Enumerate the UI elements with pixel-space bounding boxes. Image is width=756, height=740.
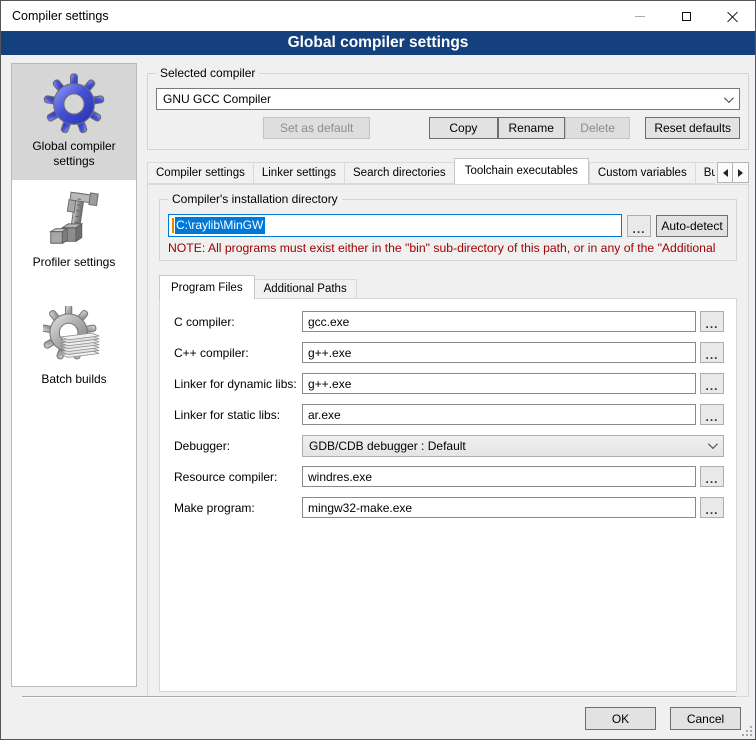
- debugger-label: Debugger:: [174, 439, 302, 453]
- tab-search-directories[interactable]: Search directories: [344, 162, 454, 184]
- sidebar-item-label: Profiler settings: [15, 255, 133, 270]
- text-caret: [172, 218, 174, 233]
- c-compiler-browse-button[interactable]: ...: [700, 311, 724, 332]
- tab-build-options[interactable]: Build options: [695, 162, 715, 184]
- window-title: Compiler settings: [1, 9, 617, 23]
- settings-tabstrip: Compiler settings Linker settings Search…: [147, 158, 749, 184]
- linker-static-input[interactable]: [302, 404, 696, 425]
- resource-compiler-input[interactable]: [302, 466, 696, 487]
- installation-directory-group: Compiler's installation directory C:\ray…: [159, 199, 737, 261]
- debugger-select-value: GDB/CDB debugger : Default: [309, 439, 708, 453]
- sidebar-item-batch-builds[interactable]: Batch builds: [12, 297, 136, 398]
- cpp-compiler-browse-button[interactable]: ...: [700, 342, 724, 363]
- rename-button[interactable]: Rename: [498, 117, 565, 139]
- debugger-row: Debugger: GDB/CDB debugger : Default: [174, 435, 724, 456]
- resource-compiler-label: Resource compiler:: [174, 470, 302, 484]
- caption-buttons: [617, 1, 755, 31]
- tab-custom-variables[interactable]: Custom variables: [589, 162, 695, 184]
- linker-dynamic-input[interactable]: [302, 373, 696, 394]
- tabs-container: Compiler settings Linker settings Search…: [147, 158, 715, 184]
- program-files-page: C compiler: ... C++ compiler: ... Linker…: [159, 298, 737, 692]
- make-program-row: Make program: ...: [174, 497, 724, 518]
- cpp-compiler-label: C++ compiler:: [174, 346, 302, 360]
- browse-directory-button[interactable]: ...: [627, 215, 651, 237]
- resource-compiler-row: Resource compiler: ...: [174, 466, 724, 487]
- cpp-compiler-input[interactable]: [302, 342, 696, 363]
- c-compiler-input[interactable]: [302, 311, 696, 332]
- program-files-tabstrip: Program Files Additional Paths: [159, 275, 737, 299]
- compiler-buttons-row: Set as default Copy Rename Delete Reset …: [156, 117, 740, 139]
- footer-buttons: OK Cancel: [585, 707, 741, 730]
- linker-dynamic-browse-button[interactable]: ...: [700, 373, 724, 394]
- c-compiler-row: C compiler: ...: [174, 311, 724, 332]
- settings-sidebar: Global compiler settings: [11, 63, 137, 687]
- ok-button[interactable]: OK: [585, 707, 656, 730]
- titlebar: Compiler settings: [1, 1, 755, 31]
- chevron-down-icon: [724, 93, 734, 103]
- installation-directory-row: C:\raylib\MinGW ... Auto-detect: [168, 214, 728, 237]
- tab-additional-paths[interactable]: Additional Paths: [255, 279, 357, 299]
- copy-button[interactable]: Copy: [429, 117, 497, 139]
- tab-compiler-settings[interactable]: Compiler settings: [147, 162, 253, 184]
- installation-directory-value: C:\raylib\MinGW: [175, 217, 265, 234]
- tab-linker-settings[interactable]: Linker settings: [253, 162, 344, 184]
- minimize-button[interactable]: [617, 1, 663, 31]
- linker-static-browse-button[interactable]: ...: [700, 404, 724, 425]
- tab-toolchain-executables[interactable]: Toolchain executables: [454, 158, 589, 184]
- close-button[interactable]: [709, 1, 755, 31]
- set-as-default-button[interactable]: Set as default: [263, 117, 370, 139]
- tab-scroll-right-button[interactable]: [733, 162, 749, 183]
- page-title: Global compiler settings: [1, 31, 755, 55]
- c-compiler-label: C compiler:: [174, 315, 302, 329]
- auto-detect-button[interactable]: Auto-detect: [656, 215, 728, 237]
- make-program-browse-button[interactable]: ...: [700, 497, 724, 518]
- caliper-icon: [43, 189, 105, 251]
- footer-separator: [22, 696, 736, 698]
- linker-dynamic-row: Linker for dynamic libs: ...: [174, 373, 724, 394]
- tab-scroll-arrows: [717, 162, 749, 183]
- sidebar-item-label: Global compiler settings: [15, 139, 133, 169]
- reset-defaults-button[interactable]: Reset defaults: [645, 117, 740, 139]
- chevron-down-icon: [708, 439, 718, 449]
- sidebar-item-profiler-settings[interactable]: Profiler settings: [12, 180, 136, 281]
- minimize-icon: [635, 16, 645, 17]
- compiler-select[interactable]: GNU GCC Compiler: [156, 88, 740, 110]
- arrow-left-icon: [723, 169, 728, 177]
- linker-dynamic-label: Linker for dynamic libs:: [174, 377, 302, 391]
- linker-static-row: Linker for static libs: ...: [174, 404, 724, 425]
- toolchain-executables-page: Compiler's installation directory C:\ray…: [147, 184, 749, 697]
- compiler-select-value: GNU GCC Compiler: [163, 92, 724, 106]
- linker-static-label: Linker for static libs:: [174, 408, 302, 422]
- resize-grip[interactable]: [742, 726, 752, 736]
- cancel-button[interactable]: Cancel: [670, 707, 741, 730]
- selected-compiler-group: Selected compiler GNU GCC Compiler Set a…: [147, 73, 749, 150]
- cpp-compiler-row: C++ compiler: ...: [174, 342, 724, 363]
- blue-gear-icon: [43, 73, 105, 135]
- arrow-right-icon: [738, 169, 743, 177]
- maximize-icon: [682, 12, 691, 21]
- installation-directory-legend: Compiler's installation directory: [168, 192, 342, 206]
- bin-subdirectory-note: NOTE: All programs must exist either in …: [168, 241, 728, 255]
- delete-button[interactable]: Delete: [565, 117, 631, 139]
- make-program-input[interactable]: [302, 497, 696, 518]
- sidebar-item-label: Batch builds: [15, 372, 133, 387]
- compiler-settings-dialog: Compiler settings Global compiler settin…: [0, 0, 756, 740]
- maximize-button[interactable]: [663, 1, 709, 31]
- debugger-select[interactable]: GDB/CDB debugger : Default: [302, 435, 724, 457]
- resource-compiler-browse-button[interactable]: ...: [700, 466, 724, 487]
- make-program-label: Make program:: [174, 501, 302, 515]
- tab-scroll-left-button[interactable]: [717, 162, 733, 183]
- sidebar-item-global-compiler-settings[interactable]: Global compiler settings: [12, 64, 136, 180]
- close-icon: [727, 11, 738, 22]
- gray-gear-stack-icon: [43, 306, 105, 368]
- installation-directory-input[interactable]: C:\raylib\MinGW: [168, 214, 622, 237]
- selected-compiler-legend: Selected compiler: [156, 66, 259, 80]
- main-panel: Selected compiler GNU GCC Compiler Set a…: [147, 63, 749, 697]
- tab-program-files[interactable]: Program Files: [159, 275, 255, 299]
